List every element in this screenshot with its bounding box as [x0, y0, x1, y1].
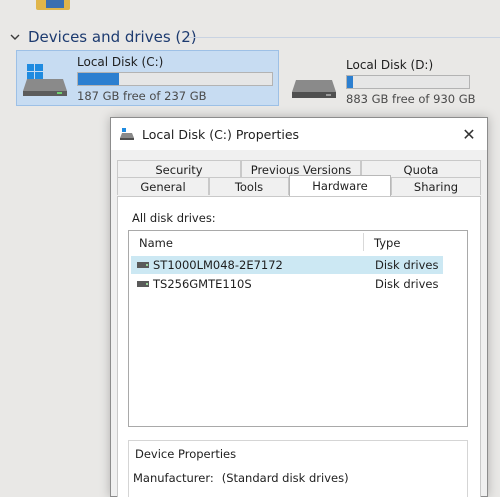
group-divider	[188, 37, 500, 38]
all-disk-drives-label: All disk drives:	[132, 211, 216, 225]
drive-d-free-text: 883 GB free of 930 GB	[346, 92, 476, 106]
drive-d-tile[interactable]: Local Disk (D:) 883 GB free of 930 GB	[286, 54, 476, 108]
disk-drives-list[interactable]: Name Type ST1000LM048-2E7172 Disk drives…	[128, 230, 468, 427]
column-type-header[interactable]: Type	[374, 236, 400, 250]
drive-c-usage-bar	[77, 72, 273, 86]
group-title: Devices and drives (2)	[28, 28, 197, 46]
table-row[interactable]: TS256GMTE110S Disk drives	[131, 275, 443, 293]
tab-strip: Security Previous Versions Quota General…	[117, 160, 481, 196]
tab-hardware[interactable]: Hardware	[289, 175, 391, 196]
dialog-title: Local Disk (C:) Properties	[142, 126, 300, 142]
manufacturer-row: Manufacturer: (Standard disk drives)	[133, 471, 349, 485]
close-icon: ✕	[462, 124, 476, 144]
disk-type: Disk drives	[375, 258, 439, 272]
table-row[interactable]: ST1000LM048-2E7172 Disk drives	[131, 256, 443, 274]
device-properties-group: Device Properties Manufacturer: (Standar…	[128, 440, 468, 497]
drive-icon	[120, 128, 134, 140]
drive-c-name: Local Disk (C:)	[77, 55, 164, 69]
chevron-down-icon	[10, 34, 20, 40]
device-properties-title: Device Properties	[135, 447, 237, 461]
dialog-titlebar[interactable]: Local Disk (C:) Properties ✕	[111, 118, 487, 150]
drive-icon	[292, 80, 336, 98]
tab-tools[interactable]: Tools	[209, 177, 289, 195]
drive-d-usage-bar	[346, 75, 470, 89]
manufacturer-value: (Standard disk drives)	[221, 471, 349, 485]
tab-sharing[interactable]: Sharing	[391, 177, 481, 195]
windows-drive-icon	[23, 64, 67, 96]
devices-group-header[interactable]: Devices and drives (2)	[10, 26, 197, 48]
drive-c-usage-fill	[78, 73, 119, 85]
properties-dialog: Local Disk (C:) Properties ✕ Security Pr…	[110, 117, 488, 497]
drive-d-name: Local Disk (D:)	[346, 58, 434, 72]
list-column-header: Name Type	[129, 231, 467, 253]
disk-type: Disk drives	[375, 277, 439, 291]
tab-security[interactable]: Security	[117, 160, 241, 178]
hardware-panel: All disk drives: Name Type ST1000LM048-2…	[117, 196, 481, 497]
disk-name: ST1000LM048-2E7172	[153, 258, 283, 272]
close-button[interactable]: ✕	[457, 123, 481, 145]
column-separator[interactable]	[363, 233, 364, 251]
folder-icon	[36, 0, 70, 10]
manufacturer-label: Manufacturer:	[133, 471, 214, 485]
column-name-header[interactable]: Name	[139, 236, 173, 250]
disk-icon	[137, 281, 149, 287]
drive-c-free-text: 187 GB free of 237 GB	[77, 89, 207, 103]
disk-name: TS256GMTE110S	[153, 277, 252, 291]
drive-d-usage-fill	[347, 76, 354, 88]
disk-icon	[137, 262, 149, 268]
drive-c-tile[interactable]: Local Disk (C:) 187 GB free of 237 GB	[16, 50, 279, 106]
tab-general[interactable]: General	[117, 177, 209, 195]
